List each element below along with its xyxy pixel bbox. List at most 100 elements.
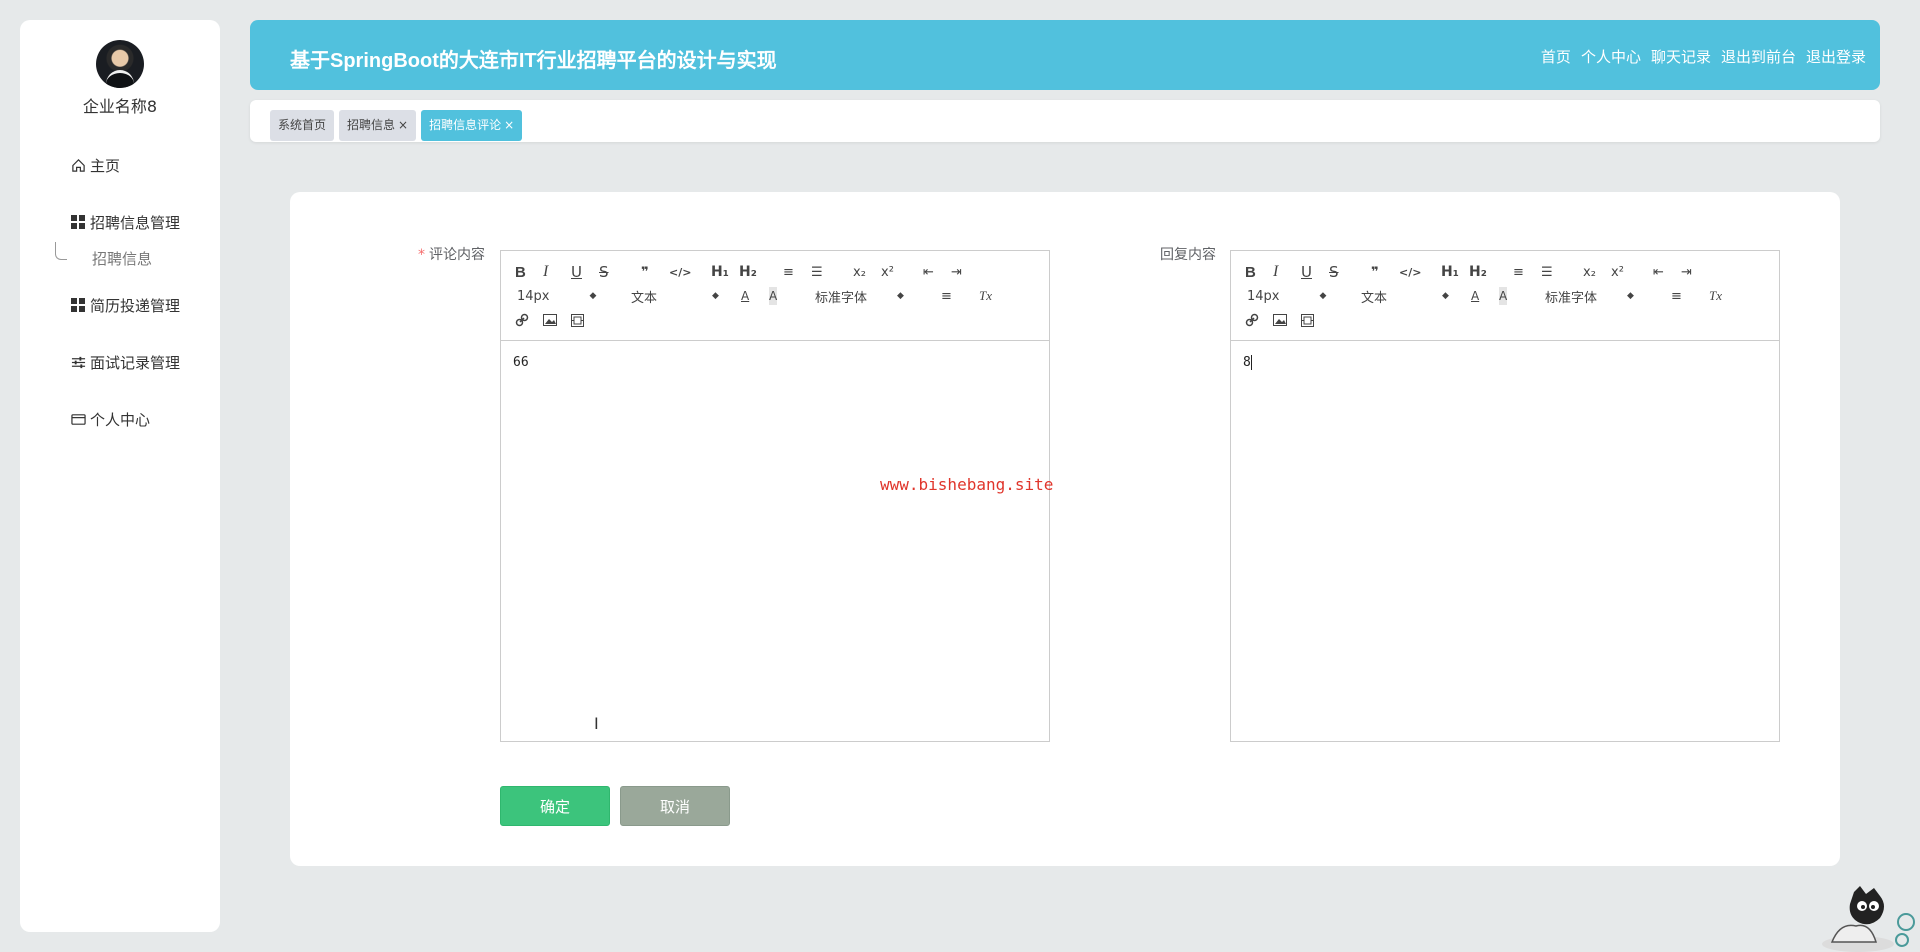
- underline-button[interactable]: U: [1301, 263, 1312, 281]
- tab-job-info[interactable]: 招聘信息 ×: [339, 110, 417, 141]
- tab-job-comment[interactable]: 招聘信息评论 ×: [421, 110, 523, 141]
- select-arrow-icon: ◆: [897, 291, 904, 301]
- h2-button[interactable]: H₂: [1469, 263, 1487, 281]
- sidebar-item-label: 个人中心: [90, 410, 151, 429]
- ordered-list-button[interactable]: ≡: [1513, 263, 1524, 281]
- sidebar-item-personal-center[interactable]: 个人中心: [20, 399, 220, 439]
- h1-button[interactable]: H₁: [1441, 263, 1459, 281]
- align-button[interactable]: ≡: [1671, 287, 1682, 305]
- font-size-select[interactable]: 14px ◆: [1247, 287, 1326, 305]
- header-link-chat-history[interactable]: 聊天记录: [1651, 46, 1711, 67]
- header-link-logout[interactable]: 退出登录: [1806, 46, 1866, 67]
- cancel-button[interactable]: 取消: [620, 786, 730, 826]
- clean-format-button[interactable]: Tx: [979, 287, 992, 305]
- select-arrow-icon: ◆: [589, 291, 597, 301]
- blockquote-button[interactable]: ❞: [641, 263, 649, 281]
- video-icon: [571, 313, 584, 327]
- tab-system-home[interactable]: 系统首页: [270, 110, 335, 141]
- text-color-button[interactable]: A: [741, 287, 749, 305]
- image-button[interactable]: [1273, 311, 1287, 329]
- sidebar-item-label: 主页: [90, 156, 121, 175]
- mascot-icon: [1822, 886, 1915, 952]
- background-color-button[interactable]: A: [1499, 287, 1508, 305]
- header-link-exit-to-front[interactable]: 退出到前台: [1721, 46, 1796, 67]
- close-icon[interactable]: ×: [398, 110, 408, 141]
- video-button[interactable]: [1301, 311, 1314, 329]
- sidebar-subitem-label: 招聘信息: [92, 250, 153, 268]
- code-block-button[interactable]: </>: [669, 263, 691, 281]
- editor-toolbar: B I U S ❞ </> H₁ H₂ ≡ ☰ x₂ x² ⇤ ⇥ 14px ◆ …: [501, 251, 1049, 341]
- superscript-button[interactable]: x²: [1611, 263, 1624, 281]
- text-cursor-icon: I: [594, 714, 599, 733]
- italic-button[interactable]: I: [1273, 263, 1278, 281]
- outdent-button[interactable]: ⇤: [1653, 263, 1664, 281]
- h1-button[interactable]: H₁: [711, 263, 729, 281]
- link-button[interactable]: [1245, 311, 1259, 329]
- bullet-list-button[interactable]: ☰: [811, 263, 823, 281]
- h2-button[interactable]: H₂: [739, 263, 757, 281]
- editor-toolbar: B I U S ❞ </> H₁ H₂ ≡ ☰ x₂ x² ⇤ ⇥ 14px ◆ …: [1231, 251, 1779, 341]
- select-arrow-icon: ◆: [1627, 291, 1634, 301]
- text-caret: [1250, 355, 1252, 370]
- company-name: 企业名称8: [82, 97, 158, 116]
- bold-button[interactable]: B: [1245, 263, 1256, 281]
- sidebar-item-label: 简历投递管理: [90, 296, 181, 315]
- sidebar-item-job-management[interactable]: 招聘信息管理: [20, 202, 220, 242]
- app-title: 基于SpringBoot的大连市IT行业招聘平台的设计与实现: [290, 50, 777, 72]
- align-button[interactable]: ≡: [941, 287, 952, 305]
- reply-content-input[interactable]: 8: [1231, 341, 1779, 384]
- code-block-button[interactable]: </>: [1399, 263, 1421, 281]
- sidebar-item-label: 招聘信息管理: [90, 213, 181, 232]
- strike-button[interactable]: S: [1329, 263, 1339, 281]
- close-icon[interactable]: ×: [504, 110, 514, 141]
- confirm-button[interactable]: 确定: [500, 786, 610, 826]
- link-icon: [515, 313, 529, 327]
- underline-button[interactable]: U: [571, 263, 582, 281]
- tab-bar: 系统首页 招聘信息 × 招聘信息评论 ×: [250, 100, 1880, 142]
- sidebar-item-label: 面试记录管理: [90, 353, 181, 372]
- header-value: 文本: [631, 290, 658, 306]
- sidebar-item-home[interactable]: 主页: [20, 145, 220, 185]
- image-icon: [1273, 314, 1287, 326]
- header-link-personal-center[interactable]: 个人中心: [1581, 46, 1641, 67]
- sidebar-menu: 主页 招聘信息管理 招聘信息 简历投递管理 面试记录管理 个人中心: [20, 145, 220, 439]
- blockquote-button[interactable]: ❞: [1371, 263, 1379, 281]
- grid-icon: [70, 214, 86, 230]
- sidebar-item-resume-management[interactable]: 简历投递管理: [20, 285, 220, 325]
- video-button[interactable]: [571, 311, 584, 329]
- indent-button[interactable]: ⇥: [1681, 263, 1692, 281]
- ordered-list-button[interactable]: ≡: [783, 263, 794, 281]
- header-select[interactable]: 文本 ◆: [631, 287, 719, 306]
- sidebar: 企业名称8 主页 招聘信息管理 招聘信息 简历投递管理 面试记录管理 个人中心: [20, 20, 220, 932]
- font-family-select[interactable]: 标准字体 ◆: [815, 287, 904, 306]
- avatar: [96, 40, 144, 88]
- link-button[interactable]: [515, 311, 529, 329]
- background-color-button[interactable]: A: [769, 287, 778, 305]
- comment-label: * 评论内容: [418, 244, 485, 264]
- comment-editor: B I U S ❞ </> H₁ H₂ ≡ ☰ x₂ x² ⇤ ⇥ 14px ◆ …: [500, 250, 1050, 742]
- bullet-list-button[interactable]: ☰: [1541, 263, 1553, 281]
- subscript-button[interactable]: x₂: [853, 263, 866, 281]
- comment-content-input[interactable]: 66: [501, 341, 1049, 384]
- superscript-button[interactable]: x²: [881, 263, 894, 281]
- header-select[interactable]: 文本 ◆: [1361, 287, 1449, 306]
- font-size-select[interactable]: 14px ◆: [517, 287, 596, 305]
- clean-format-button[interactable]: Tx: [1709, 287, 1722, 305]
- link-icon: [1245, 313, 1259, 327]
- sidebar-subitem-job-info[interactable]: 招聘信息: [20, 242, 220, 276]
- indent-button[interactable]: ⇥: [951, 263, 962, 281]
- italic-button[interactable]: I: [543, 263, 548, 281]
- bold-button[interactable]: B: [515, 263, 526, 281]
- tree-branch-line: [55, 242, 67, 260]
- subscript-button[interactable]: x₂: [1583, 263, 1596, 281]
- outdent-button[interactable]: ⇤: [923, 263, 934, 281]
- sidebar-item-interview-management[interactable]: 面试记录管理: [20, 342, 220, 382]
- reply-content-text: 8: [1243, 355, 1251, 370]
- grid-icon: [70, 297, 86, 313]
- video-icon: [1301, 313, 1314, 327]
- font-family-select[interactable]: 标准字体 ◆: [1545, 287, 1634, 306]
- image-button[interactable]: [543, 311, 557, 329]
- strike-button[interactable]: S: [599, 263, 609, 281]
- text-color-button[interactable]: A: [1471, 287, 1479, 305]
- header-link-home[interactable]: 首页: [1541, 46, 1571, 67]
